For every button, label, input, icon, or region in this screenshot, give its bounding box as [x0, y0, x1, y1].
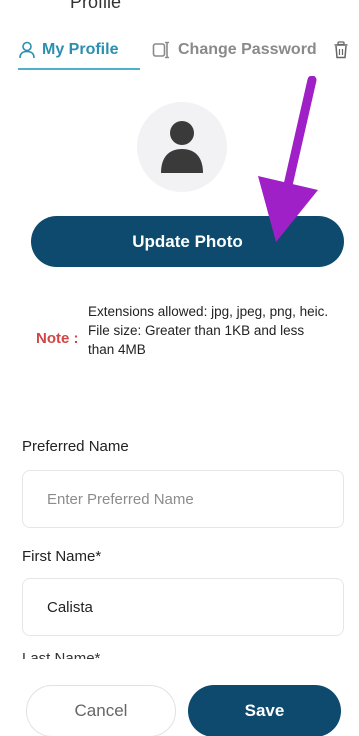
trash-icon [334, 41, 348, 59]
note-extensions: Extensions allowed: jpg, jpeg, png, heic… [88, 304, 329, 319]
note-label: Note : [36, 330, 79, 347]
update-photo-button[interactable]: Update Photo [31, 216, 344, 267]
page-title: Profile [70, 0, 122, 12]
person-icon [19, 41, 35, 59]
tab-change-password-label: Change Password [178, 41, 317, 58]
tab-bar: My Profile Change Password [0, 30, 359, 70]
last-name-label: Last Name* [22, 651, 100, 659]
tab-my-profile[interactable]: My Profile [18, 30, 140, 70]
tab-change-password[interactable]: Change Password [152, 30, 320, 70]
first-name-input[interactable] [22, 578, 344, 636]
note-text: Extensions allowed: jpg, jpeg, png, heic… [88, 302, 333, 359]
cancel-button[interactable]: Cancel [26, 685, 176, 736]
avatar[interactable] [137, 102, 227, 192]
note-file-size: File size: Greater than 1KB and less tha… [88, 323, 305, 357]
action-bar: Cancel Save [0, 668, 359, 736]
tab-delete-account[interactable] [332, 30, 356, 70]
save-button[interactable]: Save [188, 685, 341, 736]
active-tab-indicator [18, 68, 140, 70]
first-name-label: First Name* [22, 548, 102, 565]
tab-my-profile-label: My Profile [42, 41, 119, 58]
preferred-name-input[interactable] [22, 470, 344, 528]
user-silhouette-icon [161, 121, 203, 173]
password-icon [152, 41, 169, 59]
page-header: Profile [0, 0, 359, 12]
preferred-name-label: Preferred Name [22, 438, 129, 455]
